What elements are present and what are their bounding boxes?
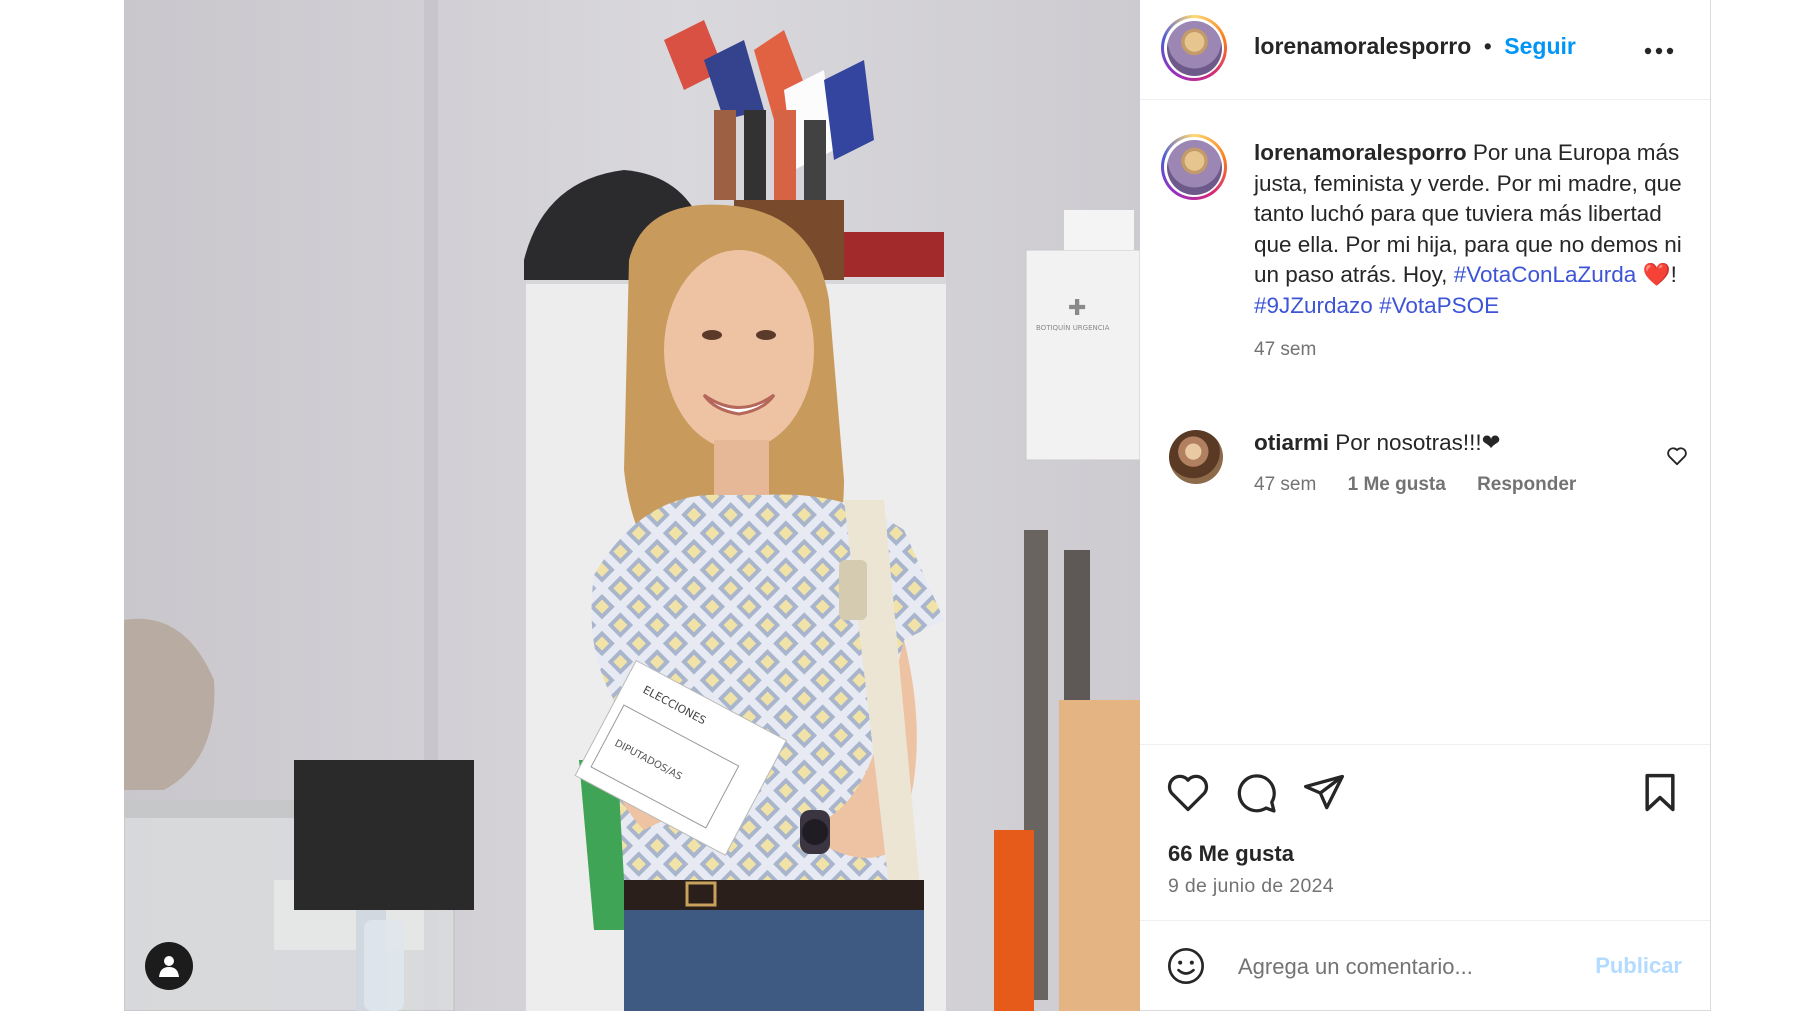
svg-text:✚: ✚	[1068, 296, 1086, 321]
emoji-button[interactable]	[1166, 946, 1206, 991]
post-side-panel: lorenamoralesporro • Seguir lorenamorale…	[1140, 0, 1710, 1011]
publish-button[interactable]: Publicar	[1595, 953, 1682, 979]
reply-button[interactable]: Responder	[1477, 474, 1576, 495]
heart-icon	[1167, 774, 1209, 812]
bookmark-icon	[1645, 773, 1675, 812]
tag-button[interactable]	[145, 942, 193, 990]
likes-count[interactable]: 66 Me gusta	[1168, 841, 1294, 867]
separator-dot: •	[1483, 33, 1492, 59]
comment-like-button[interactable]	[1666, 446, 1688, 466]
more-options-button[interactable]	[1644, 30, 1674, 62]
share-button[interactable]	[1302, 771, 1346, 815]
caption-exclaim: !	[1670, 262, 1677, 287]
follow-button[interactable]: Seguir	[1504, 33, 1576, 59]
heart-icon	[1667, 447, 1687, 466]
hashtag-link[interactable]: #VotaConLaZurda	[1454, 262, 1637, 287]
post-header: lorenamoralesporro • Seguir	[1140, 0, 1710, 100]
more-horizontal-icon	[1644, 47, 1674, 55]
caption-time[interactable]: 47 sem	[1254, 335, 1684, 366]
caption-avatar[interactable]	[1161, 134, 1227, 200]
comment-time[interactable]: 47 sem	[1254, 474, 1316, 495]
emoji-icon	[1168, 948, 1204, 984]
post-photo[interactable]: ✚ BOTIQUÍN URGENCIA ELECCIONES DIPUTADOS…	[124, 0, 1140, 1011]
comment-text: Por nosotras!!!❤	[1335, 430, 1501, 455]
comment-likes[interactable]: 1 Me gusta	[1348, 474, 1446, 495]
send-icon	[1304, 774, 1344, 810]
commenter-username[interactable]: otiarmi	[1254, 430, 1329, 455]
instagram-post: ✚ BOTIQUÍN URGENCIA ELECCIONES DIPUTADOS…	[124, 0, 1711, 1011]
author-username[interactable]: lorenamoralesporro	[1254, 33, 1471, 59]
hashtag-link[interactable]: #9JZurdazo	[1254, 293, 1373, 318]
hashtag-link[interactable]: #VotaPSOE	[1379, 293, 1499, 318]
comment-meta: 47 sem 1 Me gusta Responder	[1254, 474, 1602, 496]
comment-icon	[1237, 774, 1276, 813]
commenter-avatar[interactable]	[1169, 430, 1223, 484]
user-tag-icon	[159, 956, 179, 977]
comment-input[interactable]	[1236, 949, 1570, 985]
save-button[interactable]	[1638, 771, 1682, 815]
comment-item: otiarmi Por nosotras!!!❤	[1254, 430, 1500, 456]
post-actions: 66 Me gusta 9 de junio de 2024	[1140, 744, 1710, 925]
cabinet-label: BOTIQUÍN URGENCIA	[1036, 323, 1110, 332]
caption-username[interactable]: lorenamoralesporro	[1254, 140, 1467, 165]
like-button[interactable]	[1166, 771, 1210, 815]
author-avatar[interactable]	[1161, 15, 1227, 81]
photo-illustration: ✚ BOTIQUÍN URGENCIA ELECCIONES DIPUTADOS…	[124, 0, 1140, 1011]
heart-emoji: ❤️	[1642, 262, 1671, 287]
comment-button[interactable]	[1234, 771, 1278, 815]
post-caption: lorenamoralesporro Por una Europa más ju…	[1254, 138, 1684, 366]
post-date[interactable]: 9 de junio de 2024	[1168, 875, 1334, 898]
add-comment-bar: Publicar	[1140, 920, 1710, 1012]
